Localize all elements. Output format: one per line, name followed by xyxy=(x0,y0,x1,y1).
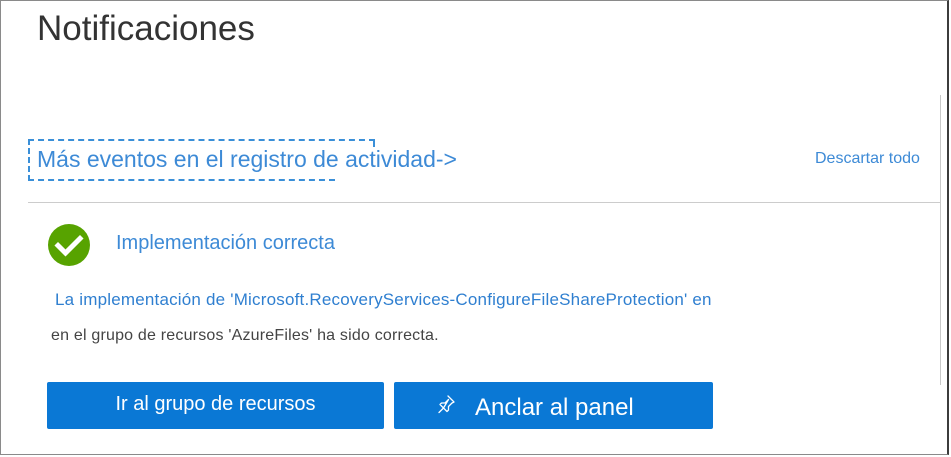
go-to-resource-group-button[interactable]: Ir al grupo de recursos xyxy=(47,382,384,429)
divider xyxy=(28,202,940,203)
activity-log-link[interactable]: Más eventos en el registro de actividad-… xyxy=(28,140,457,179)
panel-title: Notificaciones xyxy=(37,9,255,48)
scroll-edge xyxy=(940,95,941,385)
notification-title: Implementación correcta xyxy=(116,232,335,254)
pin-to-dashboard-label: Anclar al panel xyxy=(475,394,634,421)
notification-message-line2: en el grupo de recursos 'AzureFiles' ha … xyxy=(51,327,439,344)
focus-outline-bottom xyxy=(28,179,335,181)
go-to-resource-group-label: Ir al grupo de recursos xyxy=(115,392,316,415)
pin-icon xyxy=(438,395,455,414)
notification-message-line1: La implementación de 'Microsoft.Recovery… xyxy=(55,290,712,309)
pin-to-dashboard-button[interactable]: Anclar al panel xyxy=(394,382,713,429)
dismiss-all-link[interactable]: Descartar todo xyxy=(815,150,920,168)
checkmark-circle-icon xyxy=(48,224,90,266)
